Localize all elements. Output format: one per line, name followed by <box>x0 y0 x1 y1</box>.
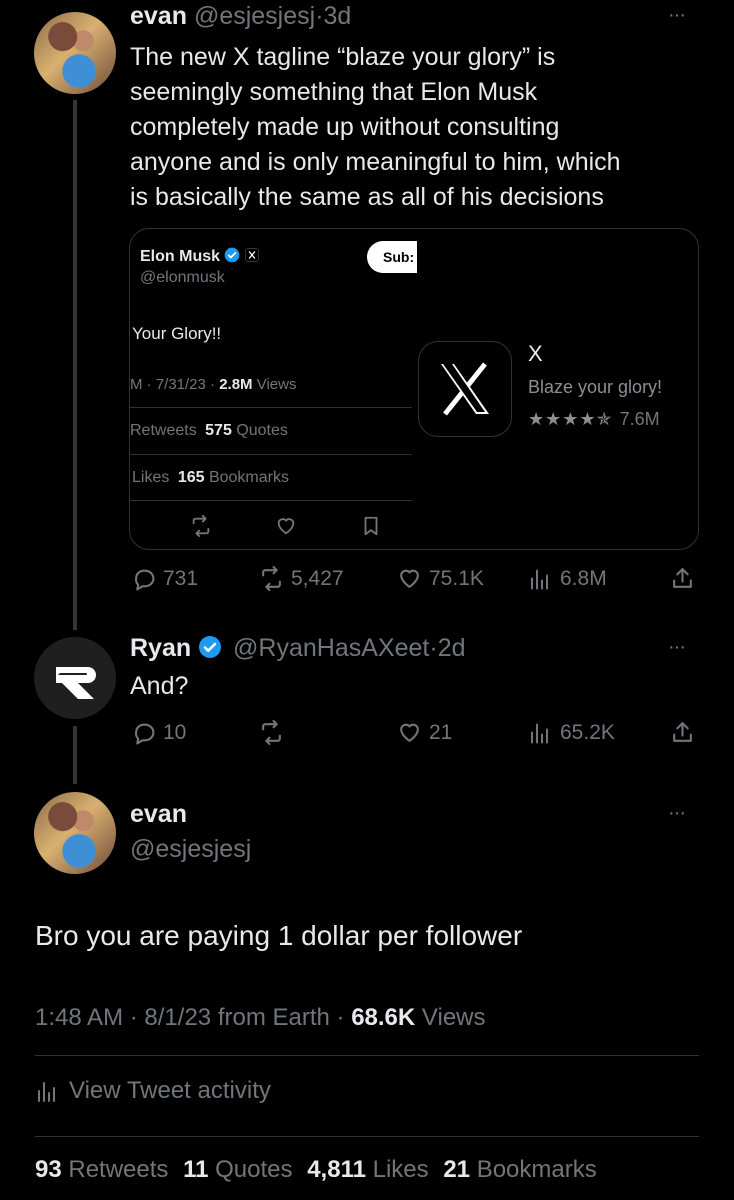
reply-icon <box>134 723 155 745</box>
tweet-text: And? <box>130 672 189 700</box>
app-rating: ★★★★✯ 7.6M <box>528 409 660 430</box>
embed-text: Your Glory!! <box>132 324 222 343</box>
quotes-stat[interactable]: 11 Quotes <box>183 1156 292 1183</box>
bookmarks-stat[interactable]: 21 Bookmarks <box>443 1156 596 1183</box>
author-handle[interactable]: @RyanHasAXeet <box>233 634 429 662</box>
views-count: 6.8M <box>560 566 607 590</box>
tweet-text: Bro you are paying 1 dollar per follower <box>35 920 523 951</box>
embed-stats-row: Retweets 575 Quotes <box>130 422 288 439</box>
heart-icon <box>277 518 295 535</box>
thread-line <box>73 726 77 784</box>
reply-button[interactable]: 10 <box>132 720 186 745</box>
divider <box>130 500 412 501</box>
reply-button[interactable]: 731 <box>132 566 198 591</box>
share-icon[interactable] <box>670 565 695 592</box>
app-name: X <box>528 341 543 366</box>
separator: · <box>315 2 324 30</box>
divider <box>35 1136 699 1137</box>
tweet-meta: 1:48 AM · 8/1/23 from Earth · 68.6K View… <box>35 1004 486 1031</box>
embedded-image[interactable]: Elon Musk @elonmusk Sub: Your Glory!! M … <box>129 228 699 550</box>
tweet-time[interactable]: 1:48 AM <box>35 1004 123 1031</box>
share-icon[interactable] <box>670 719 695 746</box>
avatar[interactable] <box>34 637 116 719</box>
timestamp[interactable]: 3d <box>324 2 352 30</box>
embed-author-handle: @elonmusk <box>140 269 225 286</box>
like-count: 21 <box>429 720 453 744</box>
divider <box>130 407 412 408</box>
author-handle[interactable]: @esjesjesj <box>194 2 315 30</box>
retweet-button[interactable]: 5,427 <box>258 566 344 591</box>
like-count: 75.1K <box>429 566 484 590</box>
view-activity-link[interactable]: View Tweet activity <box>35 1077 271 1105</box>
separator: · <box>429 634 438 662</box>
views-count: 65.2K <box>560 720 615 744</box>
bookmark-icon <box>364 516 378 536</box>
retweets-stat[interactable]: 93 Retweets <box>35 1156 168 1183</box>
engagement-stats: 93 Retweets 11 Quotes 4,811 Likes 21 Boo… <box>35 1156 597 1184</box>
likes-stat[interactable]: 4,811 Likes <box>307 1156 428 1183</box>
analytics-icon <box>531 723 548 744</box>
reply-count: 10 <box>163 720 187 744</box>
avatar[interactable] <box>34 12 116 94</box>
verified-icon <box>225 247 240 263</box>
embed-stats-row: Likes 165 Bookmarks <box>132 469 289 486</box>
tweet-source: from Earth <box>217 1004 330 1031</box>
reply-count: 731 <box>163 566 199 590</box>
divider <box>130 454 412 455</box>
embed-author-row: Elon Musk <box>140 247 259 266</box>
author-handle[interactable]: @esjesjesj <box>130 835 251 864</box>
tweet-header: Ryan @RyanHasAXeet·2d <box>130 634 466 663</box>
reply-icon <box>134 569 155 591</box>
app-tagline: Blaze your glory! <box>528 377 663 397</box>
more-icon[interactable]: ··· <box>668 4 686 27</box>
embed-author-name: Elon Musk <box>140 248 221 265</box>
tweet-header: evan @esjesjesj·3d <box>130 2 351 31</box>
divider <box>35 1055 699 1056</box>
tweet-date[interactable]: 8/1/23 <box>144 1004 211 1031</box>
app-review-count: 7.6M <box>619 409 660 429</box>
timestamp[interactable]: 2d <box>438 634 466 662</box>
analytics-icon <box>38 1082 55 1102</box>
more-icon[interactable]: ··· <box>668 636 686 659</box>
author-name[interactable]: evan <box>130 800 187 829</box>
retweet-icon <box>192 515 210 537</box>
avatar[interactable] <box>34 792 116 874</box>
retweet-icon[interactable] <box>258 720 285 745</box>
thread-line <box>73 100 77 630</box>
views-label: Views <box>421 1004 486 1031</box>
subscribe-button: Sub: <box>367 241 417 273</box>
heart-icon <box>400 569 419 588</box>
heart-icon <box>400 723 419 742</box>
views-button[interactable]: 65.2K <box>528 720 615 745</box>
retweet-icon <box>262 566 281 591</box>
embed-meta: M · 7/31/23 · 2.8M Views <box>130 376 297 393</box>
retweet-count: 5,427 <box>291 566 344 590</box>
author-name[interactable]: evan <box>130 2 187 30</box>
more-icon[interactable]: ··· <box>668 802 686 825</box>
verified-icon <box>199 636 222 658</box>
author-name[interactable]: Ryan <box>130 634 191 662</box>
x-logo-icon <box>245 248 259 262</box>
views-button[interactable]: 6.8M <box>528 566 607 591</box>
views-count: 68.6K <box>351 1004 416 1031</box>
analytics-icon <box>531 569 548 590</box>
tweet-text: The new X tagline “blaze your glory” is … <box>130 43 621 211</box>
like-button[interactable]: 21 <box>396 720 452 745</box>
like-button[interactable]: 75.1K <box>396 566 484 591</box>
app-icon <box>418 341 512 437</box>
star-rating-icon: ★★★★✯ <box>528 409 613 429</box>
view-activity-label: View Tweet activity <box>69 1077 271 1104</box>
